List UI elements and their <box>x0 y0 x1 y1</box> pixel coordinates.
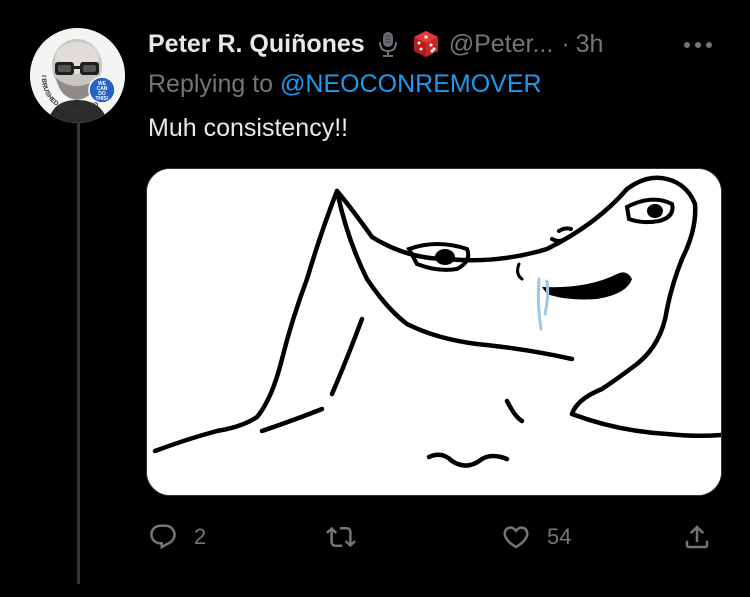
replying-to: Replying to @NEOCONREMOVER <box>148 70 542 99</box>
like-count: 54 <box>547 524 572 549</box>
dice-icon <box>411 29 441 59</box>
avatar-image: WE CAN DO THIS! I BRUSHED MY TEETH TODAY <box>30 28 125 123</box>
microphone-icon <box>373 29 403 59</box>
replying-prefix: Replying to <box>148 70 281 98</box>
share-icon <box>685 525 709 549</box>
more-options-button[interactable] <box>677 30 719 60</box>
svg-text:THIS!: THIS! <box>95 96 108 102</box>
retweet-button[interactable] <box>326 515 372 559</box>
more-icon <box>684 42 712 48</box>
avatar[interactable]: WE CAN DO THIS! I BRUSHED MY TEETH TODAY <box>30 28 125 123</box>
like-button[interactable]: 54 <box>501 515 571 559</box>
tweet-text: Muh consistency!! <box>148 114 349 142</box>
tweet-header: Peter R. Quiñones @Peter... · 3h <box>148 26 728 62</box>
display-name[interactable]: Peter R. Quiñones <box>148 30 365 59</box>
heart-icon <box>503 526 529 549</box>
thread-line <box>77 122 80 584</box>
handle[interactable]: @Peter... <box>449 30 554 59</box>
separator-dot: · <box>561 29 570 58</box>
reply-button[interactable]: 2 <box>148 515 206 559</box>
meme-drawing <box>147 169 721 495</box>
reply-icon <box>150 524 176 550</box>
tweet-actions: 2 54 <box>146 515 720 559</box>
tweet-media-image[interactable] <box>146 168 722 496</box>
retweet-icon <box>326 526 356 548</box>
reply-count: 2 <box>194 524 207 549</box>
reply-mention-link[interactable]: @NEOCONREMOVER <box>280 70 542 98</box>
timestamp[interactable]: 3h <box>576 30 604 59</box>
share-button[interactable] <box>682 515 712 559</box>
